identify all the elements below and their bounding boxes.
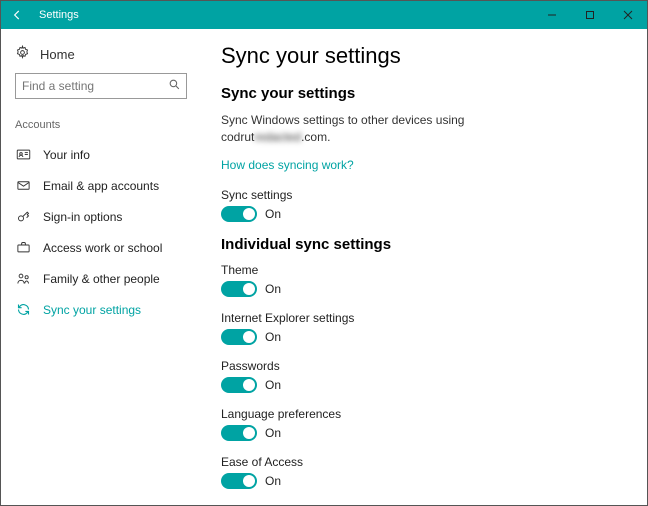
titlebar: Settings bbox=[1, 1, 647, 29]
other-label: Other Windows settings bbox=[221, 503, 627, 505]
sync-icon bbox=[15, 302, 31, 317]
toggle-state: On bbox=[265, 426, 281, 440]
toggle-state: On bbox=[265, 282, 281, 296]
subheading-individual: Individual sync settings bbox=[221, 236, 627, 253]
home-button[interactable]: Home bbox=[1, 41, 201, 73]
subheading-sync: Sync your settings bbox=[221, 85, 627, 102]
sync-settings-label: Sync settings bbox=[221, 188, 627, 202]
sidebar-item-sync[interactable]: Sync your settings bbox=[1, 294, 201, 325]
people-icon bbox=[15, 271, 31, 286]
search-icon bbox=[168, 78, 181, 94]
language-label: Language preferences bbox=[221, 407, 627, 421]
sidebar-item-label: Sync your settings bbox=[43, 303, 141, 317]
toggle-state: On bbox=[265, 474, 281, 488]
sidebar-item-label: Sign-in options bbox=[43, 210, 122, 224]
settings-window: Settings Home bbox=[0, 0, 648, 506]
home-label: Home bbox=[40, 47, 75, 62]
sidebar-item-email[interactable]: Email & app accounts bbox=[1, 170, 201, 201]
theme-toggle[interactable] bbox=[221, 281, 257, 297]
sync-settings-toggle[interactable] bbox=[221, 206, 257, 222]
sidebar-item-your-info[interactable]: Your info bbox=[1, 139, 201, 170]
ie-label: Internet Explorer settings bbox=[221, 311, 627, 325]
ie-toggle[interactable] bbox=[221, 329, 257, 345]
maximize-button[interactable] bbox=[571, 1, 609, 29]
ease-label: Ease of Access bbox=[221, 455, 627, 469]
sidebar-item-label: Your info bbox=[43, 148, 90, 162]
profile-icon bbox=[15, 147, 31, 162]
how-syncing-works-link[interactable]: How does syncing work? bbox=[221, 158, 354, 172]
sidebar: Home Accounts Your info bbox=[1, 29, 201, 505]
ease-toggle[interactable] bbox=[221, 473, 257, 489]
language-toggle[interactable] bbox=[221, 425, 257, 441]
back-button[interactable] bbox=[1, 1, 33, 29]
passwords-toggle[interactable] bbox=[221, 377, 257, 393]
search-wrap bbox=[1, 73, 201, 113]
minimize-button[interactable] bbox=[533, 1, 571, 29]
body: Home Accounts Your info bbox=[1, 29, 647, 505]
window-title: Settings bbox=[33, 9, 533, 21]
sidebar-item-work[interactable]: Access work or school bbox=[1, 232, 201, 263]
page-title: Sync your settings bbox=[221, 43, 627, 69]
sidebar-item-label: Access work or school bbox=[43, 241, 162, 255]
window-controls bbox=[533, 1, 647, 29]
sidebar-item-signin[interactable]: Sign-in options bbox=[1, 201, 201, 232]
close-button[interactable] bbox=[609, 1, 647, 29]
briefcase-icon bbox=[15, 240, 31, 255]
sidebar-item-label: Email & app accounts bbox=[43, 179, 159, 193]
theme-label: Theme bbox=[221, 263, 627, 277]
mail-icon bbox=[15, 178, 31, 193]
gear-icon bbox=[15, 45, 30, 63]
sidebar-item-family[interactable]: Family & other people bbox=[1, 263, 201, 294]
sync-description: Sync Windows settings to other devices u… bbox=[221, 112, 627, 146]
passwords-label: Passwords bbox=[221, 359, 627, 373]
toggle-state: On bbox=[265, 378, 281, 392]
section-label: Accounts bbox=[1, 113, 201, 139]
sidebar-item-label: Family & other people bbox=[43, 272, 160, 286]
key-icon bbox=[15, 209, 31, 224]
toggle-state: On bbox=[265, 330, 281, 344]
toggle-state: On bbox=[265, 207, 281, 221]
search-input[interactable] bbox=[15, 73, 187, 99]
content: Sync your settings Sync your settings Sy… bbox=[201, 29, 647, 505]
